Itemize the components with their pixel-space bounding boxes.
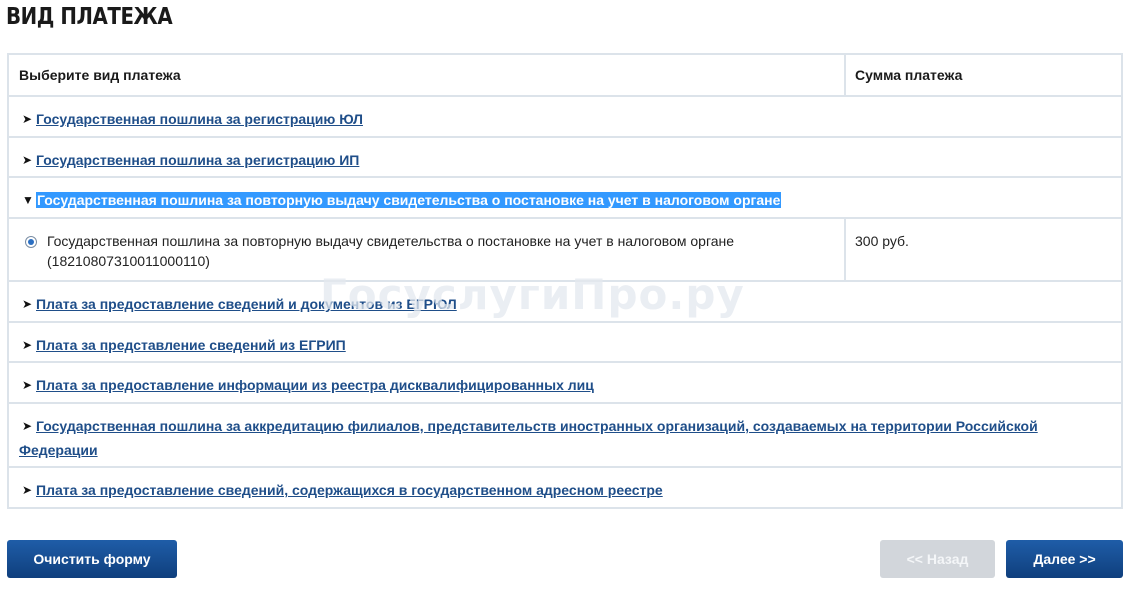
page-title: ВИД ПЛАТЕЖА: [6, 4, 173, 30]
category-link[interactable]: Плата за предоставление информации из ре…: [36, 377, 594, 393]
category-row[interactable]: ➤ Плата за предоставление информации из р…: [9, 363, 1121, 404]
column-divider: [844, 218, 846, 281]
triangle-right-icon[interactable]: ➤: [22, 374, 36, 396]
payment-type-table: Выберите вид платежа Сумма платежа ➤ Госу…: [7, 53, 1123, 509]
category-link[interactable]: Плата за представление сведений из ЕГРИП: [36, 337, 346, 353]
category-row[interactable]: ➤ Плата за представление сведений из ЕГРИ…: [9, 323, 1121, 363]
next-button[interactable]: Далее >>: [1006, 540, 1123, 578]
back-button[interactable]: << Назад: [880, 540, 995, 578]
header-payment-type: Выберите вид платежа: [19, 67, 181, 83]
category-row[interactable]: ➤ Государственная пошлина за регистрацию …: [9, 97, 1121, 138]
triangle-right-icon[interactable]: ➤: [22, 108, 36, 130]
category-link[interactable]: Плата за предоставление сведений, содерж…: [36, 482, 663, 498]
category-link-selected[interactable]: Государственная пошлина за повторную выд…: [36, 192, 782, 208]
triangle-down-icon[interactable]: ▼: [22, 189, 36, 211]
triangle-right-icon[interactable]: ➤: [22, 149, 36, 171]
triangle-right-icon[interactable]: ➤: [22, 293, 36, 315]
radio-checked-icon[interactable]: [25, 236, 37, 248]
triangle-right-icon[interactable]: ➤: [22, 334, 36, 356]
category-row-expanded[interactable]: ▼ Государственная пошлина за повторную вы…: [9, 178, 1121, 219]
category-row[interactable]: ➤ Плата за предоставление сведений, содер…: [9, 468, 1121, 507]
payment-type-page: ВИД ПЛАТЕЖА Выберите вид платежа Сумма п…: [0, 0, 1141, 598]
table-header: Выберите вид платежа Сумма платежа: [9, 55, 1121, 97]
category-row[interactable]: ➤ Государственная пошлина за регистрацию …: [9, 138, 1121, 178]
category-link[interactable]: Государственная пошлина за регистрацию И…: [36, 152, 359, 168]
header-payment-sum: Сумма платежа: [855, 67, 963, 83]
column-divider: [844, 55, 846, 95]
payment-option-label[interactable]: Государственная пошлина за повторную выд…: [47, 231, 807, 271]
payment-option-sum: 300 руб.: [855, 233, 909, 249]
triangle-right-icon[interactable]: ➤: [22, 479, 36, 501]
triangle-right-icon[interactable]: ➤: [22, 414, 36, 438]
category-link[interactable]: Государственная пошлина за аккредитацию …: [19, 418, 1038, 458]
category-link[interactable]: Плата за предоставление сведений и докум…: [36, 296, 457, 312]
category-row[interactable]: ➤ Плата за предоставление сведений и доку…: [9, 282, 1121, 323]
category-link[interactable]: Государственная пошлина за регистрацию Ю…: [36, 111, 363, 127]
clear-form-button[interactable]: Очистить форму: [7, 540, 177, 578]
category-row[interactable]: ➤ Государственная пошлина за аккредитацию…: [9, 404, 1121, 468]
